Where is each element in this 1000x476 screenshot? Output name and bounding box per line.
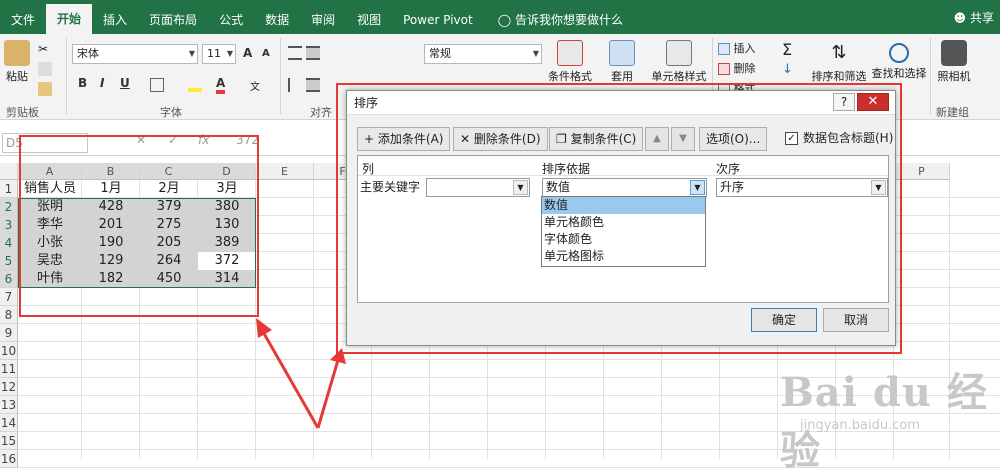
copy-level-button[interactable]: ❐ 复制条件(C) [549,127,644,151]
dropdown-option[interactable]: 数值 [542,197,705,214]
delete-level-button[interactable]: ✕ 删除条件(D) [453,127,548,151]
move-up-button[interactable]: ▲ [645,127,669,151]
ok-button[interactable]: 确定 [751,308,817,332]
header-checkbox[interactable]: ✓ [785,132,798,145]
help-button[interactable]: ? [833,93,855,111]
chevron-down-icon: ▼ [871,180,886,195]
column-combo[interactable]: ▼ [426,178,530,197]
options-button[interactable]: 选项(O)... [699,127,768,151]
sort-on-dropdown: 数值 单元格颜色 字体颜色 单元格图标 [541,196,706,267]
dialog-title: 排序 [347,91,895,115]
add-icon: + [364,132,375,146]
dropdown-option[interactable]: 单元格颜色 [542,214,705,231]
order-combo[interactable]: 升序 ▼ [716,178,888,197]
baidu-watermark: Bai du 经验 jingyan.baidu.com [760,360,1000,474]
close-icon: ✕ [460,132,471,146]
chevron-down-icon: ▼ [513,180,528,195]
dropdown-option[interactable]: 字体颜色 [542,231,705,248]
copy-icon: ❐ [556,132,567,146]
cancel-button[interactable]: 取消 [823,308,889,332]
chevron-down-icon: ▼ [690,180,705,195]
sort-dialog: 排序 ? ✕ + 添加条件(A) ✕ 删除条件(D) ❐ 复制条件(C) ▲ ▼… [346,90,896,346]
add-level-button[interactable]: + 添加条件(A) [357,127,451,151]
primary-key-label: 主要关键字 [360,180,421,194]
move-down-button[interactable]: ▼ [671,127,695,151]
dropdown-option[interactable]: 单元格图标 [542,248,705,265]
sort-on-combo[interactable]: 数值 ▼ [542,178,707,197]
close-button[interactable]: ✕ [857,93,889,111]
header-checkbox-label: 数据包含标题(H) [803,131,894,145]
watermark-url: jingyan.baidu.com [800,418,920,433]
